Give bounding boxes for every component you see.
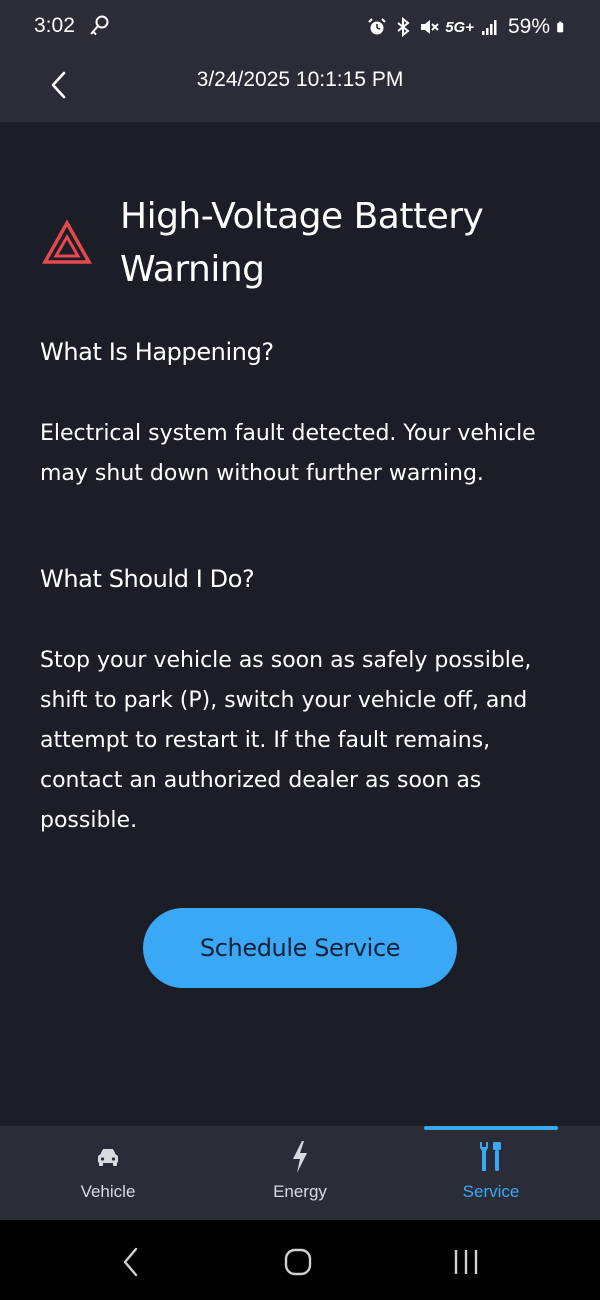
tools-icon [480, 1142, 501, 1171]
screen: 3:02 5G+ 59% 3/24/2025 10:1:15 PM High-V… [0, 0, 600, 1300]
key-icon [90, 15, 109, 36]
battery-percent: 59% [507, 15, 550, 38]
mute-icon [421, 20, 439, 34]
system-recents-button[interactable] [436, 1240, 496, 1284]
nav-label-service: Service [462, 1182, 520, 1201]
header: 3/24/2025 10:1:15 PM [0, 54, 600, 122]
signal-icon [481, 20, 497, 35]
nav-item-energy[interactable]: Energy [200, 1126, 400, 1220]
hazard-triangle-icon [42, 220, 92, 264]
section-body-happening: Electrical system fault detected. Your v… [40, 421, 536, 486]
battery-icon [557, 21, 564, 33]
status-bar: 3:02 5G+ 59% [0, 0, 600, 54]
bottom-nav: Vehicle Energy Service [0, 1126, 600, 1220]
system-nav-bar [0, 1220, 600, 1300]
status-icons: 5G+ 59% [367, 12, 568, 42]
recents-icon [454, 1250, 478, 1274]
alert-title: High-Voltage Battery Warning [120, 196, 484, 290]
car-icon [98, 1149, 118, 1166]
alarm-icon [368, 18, 386, 35]
schedule-service-button[interactable]: Schedule Service [143, 908, 457, 988]
back-icon [123, 1247, 138, 1277]
section-heading-happening: What Is Happening? [40, 338, 274, 366]
home-icon [284, 1248, 312, 1276]
top-area: 3:02 5G+ 59% 3/24/2025 10:1:15 PM [0, 0, 600, 122]
bluetooth-icon [397, 17, 410, 37]
system-back-button[interactable] [100, 1240, 160, 1284]
nav-item-vehicle[interactable]: Vehicle [8, 1126, 208, 1220]
header-title: 3/24/2025 10:1:15 PM [196, 68, 404, 91]
nav-label-energy: Energy [273, 1182, 327, 1201]
section-body-todo: Stop your vehicle as soon as safely poss… [40, 648, 532, 833]
section-heading-todo: What Should I Do? [40, 565, 255, 593]
network-label: 5G+ [445, 18, 474, 36]
system-home-button[interactable] [268, 1240, 328, 1284]
nav-item-service[interactable]: Service [391, 1126, 591, 1220]
nav-label-vehicle: Vehicle [80, 1182, 136, 1201]
lightning-icon [293, 1141, 307, 1173]
status-time: 3:02 [34, 14, 75, 37]
